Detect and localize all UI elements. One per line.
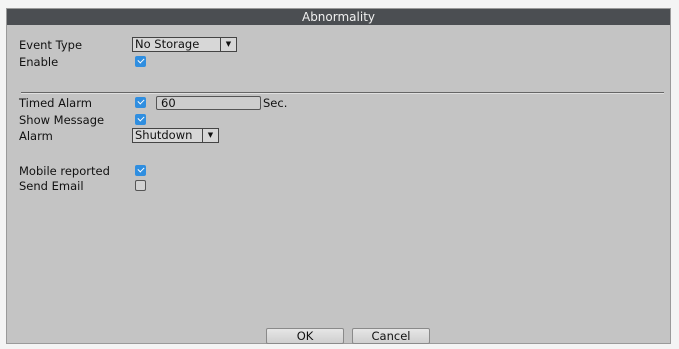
mobile-reported-label: Mobile reported	[19, 164, 110, 178]
alarm-value: Shutdown	[135, 129, 193, 142]
show-message-label: Show Message	[19, 113, 105, 127]
chevron-down-icon: ▼	[202, 129, 218, 142]
alarm-select[interactable]: Shutdown ▼	[132, 128, 219, 143]
enable-label: Enable	[19, 55, 59, 69]
event-type-value: No Storage	[135, 38, 200, 51]
timed-alarm-checkbox[interactable]	[135, 97, 146, 108]
timed-alarm-unit: Sec.	[263, 96, 288, 110]
mobile-reported-checkbox[interactable]	[135, 165, 146, 176]
abnormality-dialog: Abnormality Event Type No Storage ▼ Enab…	[6, 8, 671, 344]
ok-button[interactable]: OK	[266, 328, 344, 344]
event-type-label: Event Type	[19, 38, 83, 52]
timed-alarm-input[interactable]: 60	[156, 96, 261, 110]
enable-checkbox[interactable]	[135, 56, 146, 67]
send-email-checkbox[interactable]	[135, 180, 146, 191]
event-type-select[interactable]: No Storage ▼	[132, 37, 237, 52]
cancel-button[interactable]: Cancel	[352, 328, 430, 344]
send-email-label: Send Email	[19, 179, 84, 193]
alarm-label: Alarm	[19, 129, 53, 143]
chevron-down-icon: ▼	[220, 38, 236, 51]
show-message-checkbox[interactable]	[135, 114, 146, 125]
timed-alarm-label: Timed Alarm	[19, 96, 92, 110]
dialog-title: Abnormality	[7, 9, 670, 25]
section-divider	[21, 92, 664, 94]
